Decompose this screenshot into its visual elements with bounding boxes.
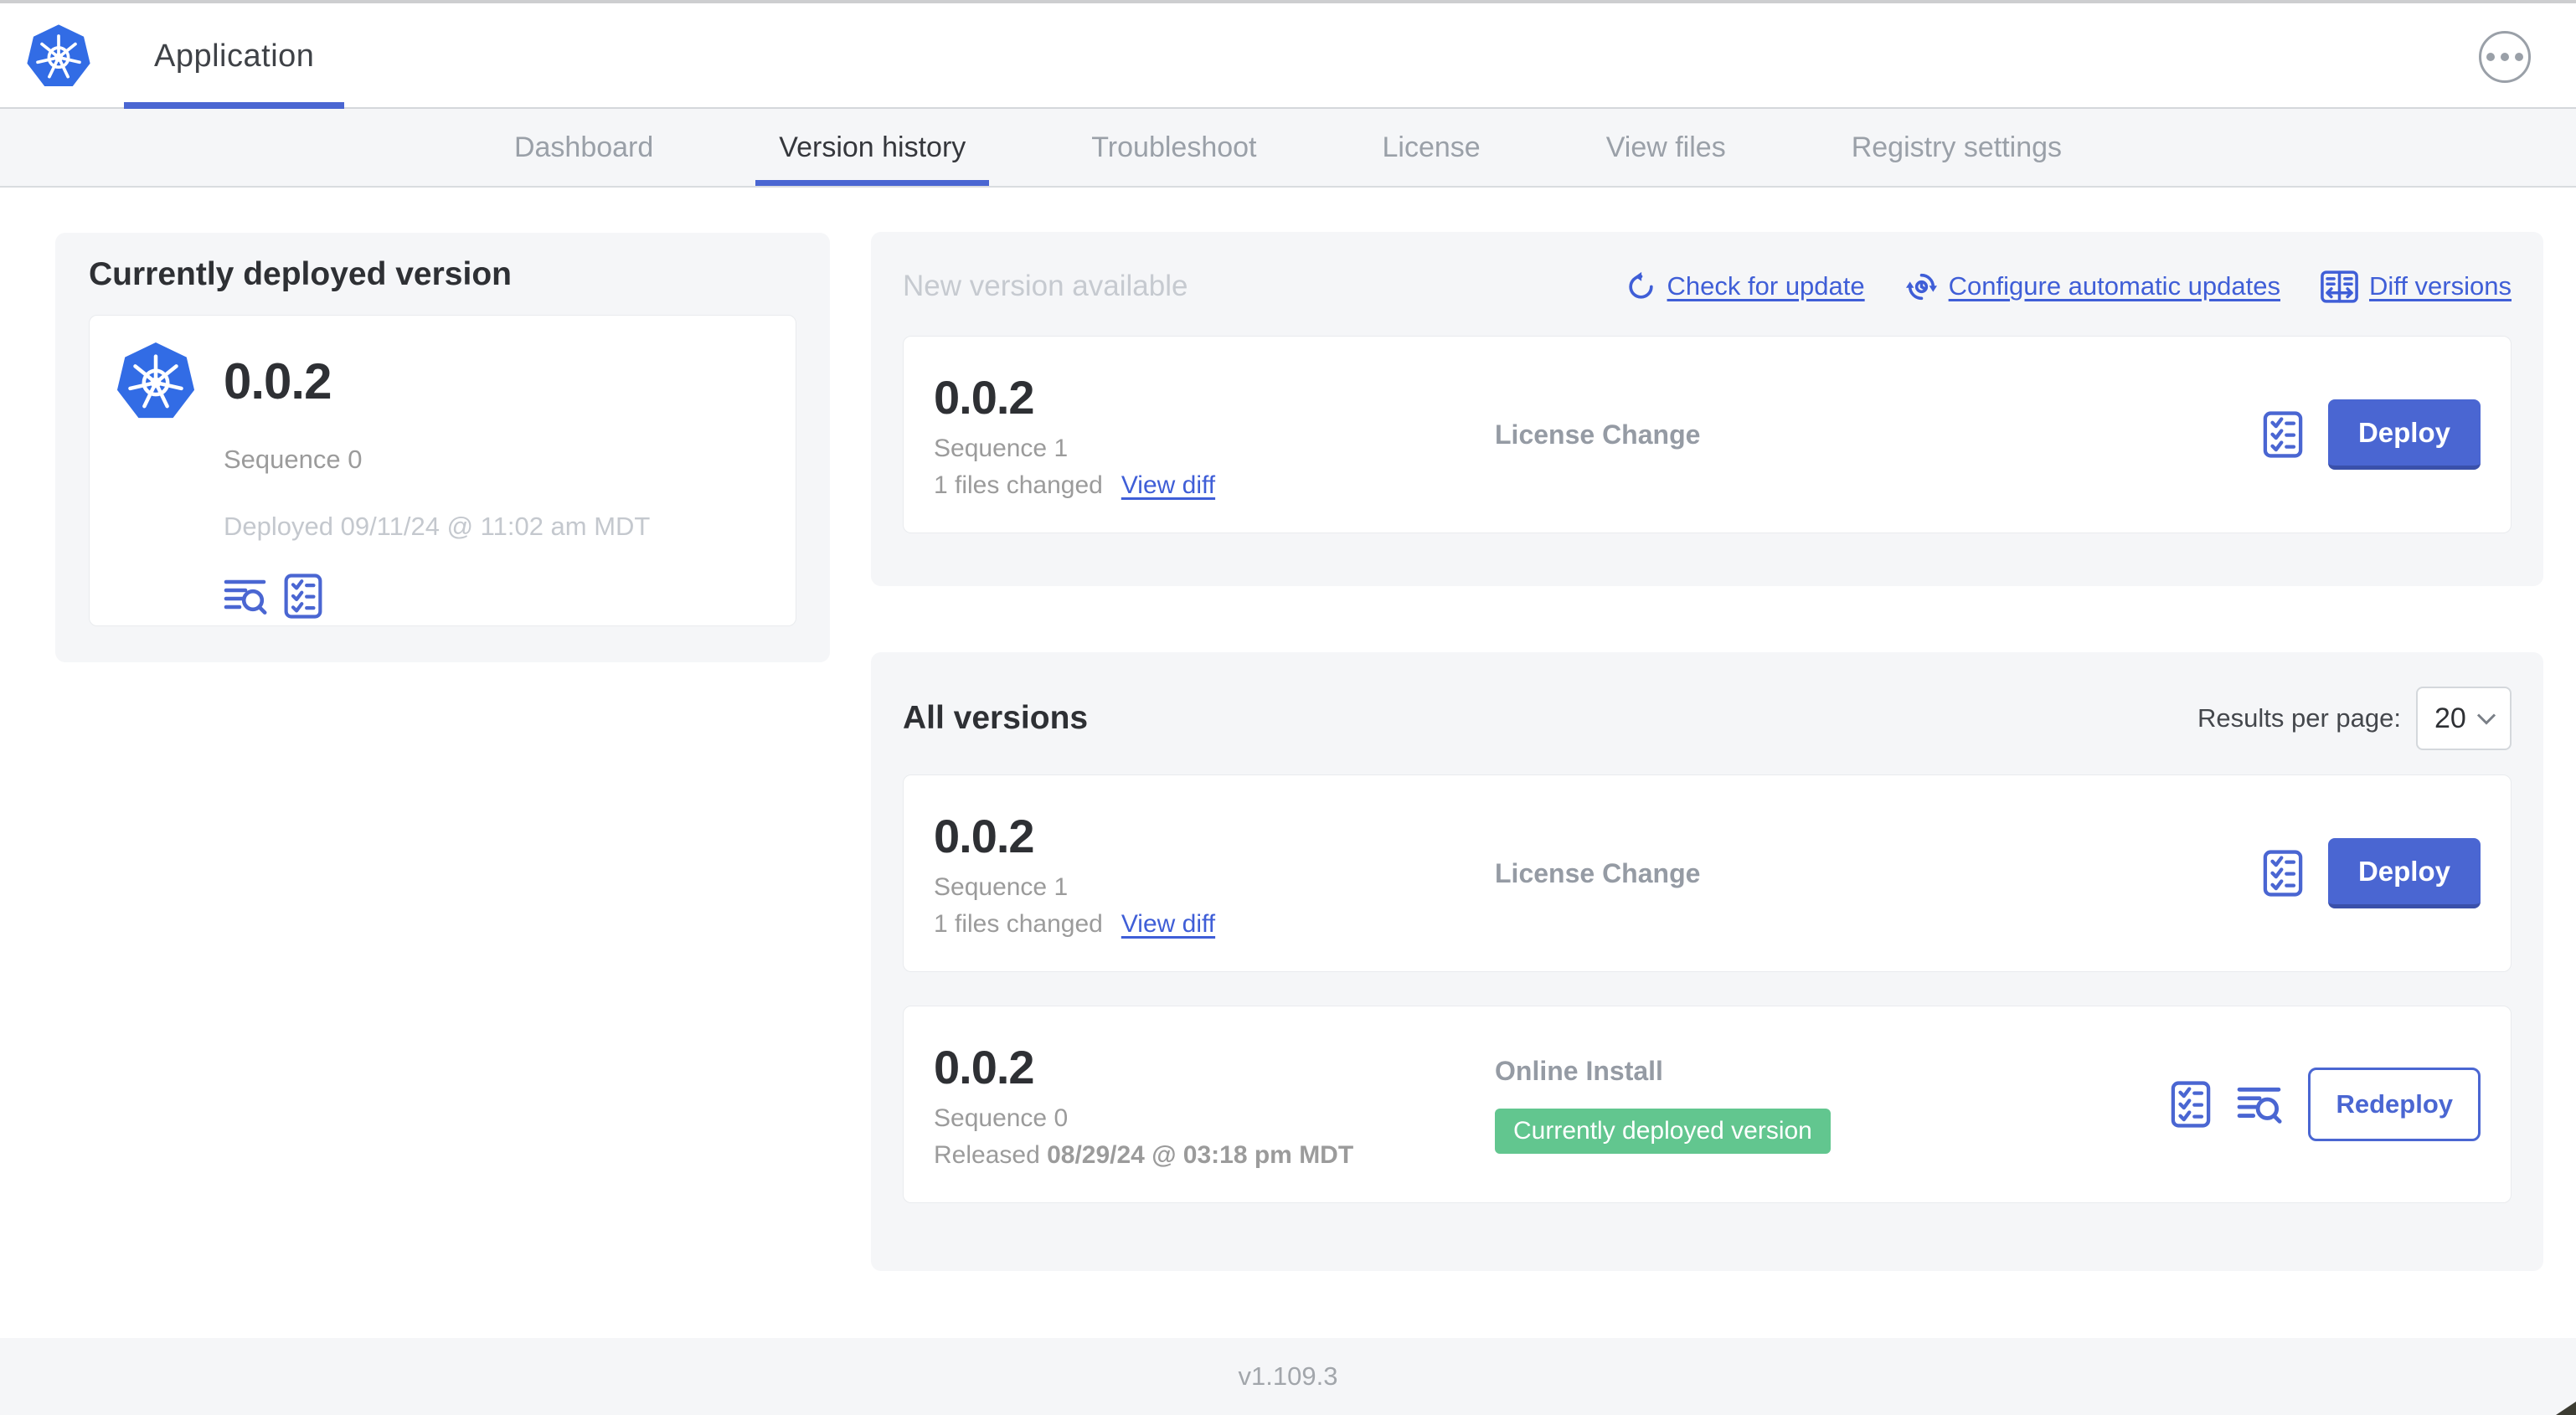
- currently-deployed-badge: Currently deployed version: [1495, 1108, 1831, 1154]
- view-diff-link[interactable]: View diff: [1121, 471, 1215, 500]
- files-changed-label: 1 files changed: [934, 909, 1103, 938]
- app-tab[interactable]: Application: [124, 3, 345, 109]
- currently-deployed-card: 0.0.2 Sequence 0 Deployed 09/11/24 @ 11:…: [89, 315, 796, 626]
- version-number: 0.0.2: [934, 1040, 1035, 1093]
- view-logs-icon[interactable]: [224, 576, 267, 616]
- auto-update-icon: [1905, 273, 1937, 300]
- new-version-row: 0.0.2 Sequence 1 1 files changed View di…: [903, 336, 2512, 533]
- currently-deployed-panel: Currently deployed version 0.0.2 Sequenc…: [55, 233, 830, 662]
- all-versions-heading: All versions: [903, 700, 1089, 736]
- all-versions-panel: All versions Results per page: 20 0.0.2 …: [871, 652, 2543, 1271]
- check-for-update-link[interactable]: Check for update: [1625, 271, 1865, 302]
- preflight-checks-icon[interactable]: [2171, 1081, 2211, 1128]
- currently-deployed-heading: Currently deployed version: [89, 256, 512, 292]
- cursor-artifact: [2556, 1402, 2576, 1415]
- nav-tab-bar: Dashboard Version history Troubleshoot L…: [0, 109, 2576, 188]
- app-title: Application: [154, 38, 315, 74]
- diff-icon: [2321, 270, 2358, 303]
- tab-troubleshoot[interactable]: Troubleshoot: [1068, 109, 1280, 186]
- preflight-checks-icon[interactable]: [2263, 411, 2303, 458]
- current-version-sequence: Sequence 0: [224, 445, 363, 474]
- current-version-deployed-date: Deployed 09/11/24 @ 11:02 am MDT: [224, 512, 651, 541]
- tab-version-history[interactable]: Version history: [755, 109, 990, 186]
- current-version-number: 0.0.2: [224, 352, 332, 409]
- deploy-button[interactable]: Deploy: [2327, 399, 2481, 470]
- new-version-heading: New version available: [903, 270, 1188, 302]
- version-source-label: License Change: [1495, 857, 1701, 888]
- kubernetes-logo-icon: [27, 24, 90, 86]
- version-number: 0.0.2: [934, 809, 1035, 862]
- new-version-panel: New version available Check for update C…: [871, 232, 2543, 586]
- tab-registry-settings[interactable]: Registry settings: [1828, 109, 2085, 186]
- tab-view-files[interactable]: View files: [1583, 109, 1749, 186]
- refresh-icon: [1628, 271, 1653, 299]
- diff-versions-link[interactable]: Diff versions: [2321, 270, 2512, 303]
- version-source-label: License Change: [1495, 419, 1701, 450]
- files-changed-label: 1 files changed: [934, 471, 1103, 499]
- tab-license[interactable]: License: [1359, 109, 1504, 186]
- footer: v1.109.3: [0, 1338, 2576, 1415]
- console-version: v1.109.3: [1238, 1361, 1338, 1391]
- view-logs-icon[interactable]: [2236, 1083, 2283, 1125]
- deploy-button[interactable]: Deploy: [2327, 838, 2481, 908]
- kubernetes-logo-icon: [116, 342, 195, 419]
- released-date: Released 08/29/24 @ 03:18 pm MDT: [934, 1140, 1354, 1169]
- preflight-checks-icon[interactable]: [2263, 850, 2303, 897]
- results-per-page-select[interactable]: 20: [2416, 687, 2512, 750]
- version-number: 0.0.2: [934, 370, 1035, 424]
- version-sequence: Sequence 0: [934, 1104, 1069, 1132]
- version-sequence: Sequence 1: [934, 872, 1069, 901]
- chevron-down-icon: [2476, 713, 2496, 725]
- ellipsis-icon: [2486, 53, 2495, 61]
- results-per-page-label: Results per page:: [2197, 703, 2401, 733]
- version-row: 0.0.2 Sequence 1 1 files changed View di…: [903, 774, 2512, 972]
- view-diff-link[interactable]: View diff: [1121, 910, 1215, 939]
- configure-automatic-updates-link[interactable]: Configure automatic updates: [1905, 270, 2280, 303]
- version-row: 0.0.2 Sequence 0 Released 08/29/24 @ 03:…: [903, 1006, 2512, 1203]
- version-sequence: Sequence 1: [934, 434, 1069, 462]
- app-header: Application: [0, 3, 2576, 109]
- preflight-checks-icon[interactable]: [284, 574, 322, 619]
- redeploy-button[interactable]: Redeploy: [2308, 1068, 2481, 1141]
- version-source-label: Online Install: [1495, 1055, 1663, 1086]
- tab-dashboard[interactable]: Dashboard: [491, 109, 677, 186]
- more-options-button[interactable]: [2479, 31, 2531, 83]
